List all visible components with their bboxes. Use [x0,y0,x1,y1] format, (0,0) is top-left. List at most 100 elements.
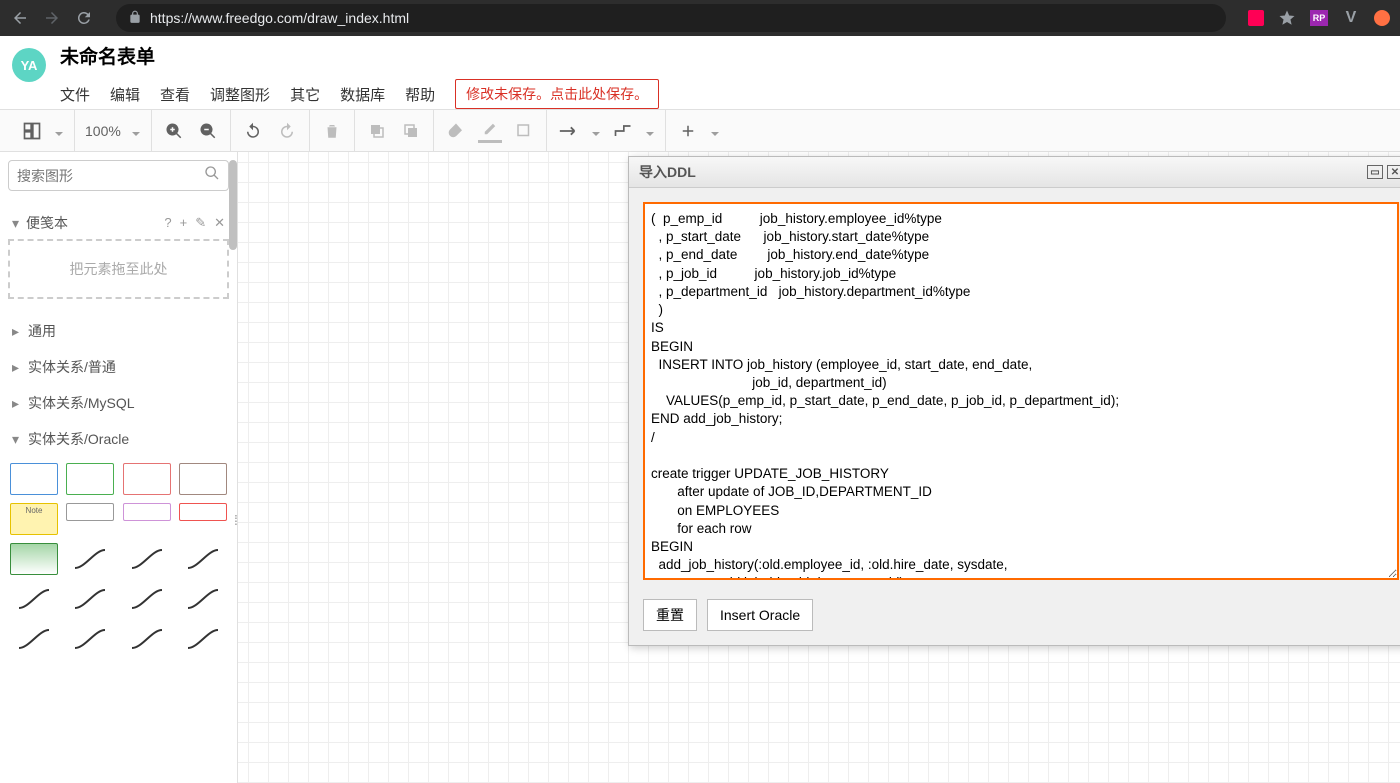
minimize-button[interactable]: ▭ [1367,165,1383,179]
scrollbar[interactable] [229,160,237,250]
shape-table-red[interactable] [123,463,171,495]
avatar[interactable]: YA [12,48,46,82]
star-icon[interactable] [1278,9,1296,27]
scratchpad-label[interactable]: 便笺本 [26,213,68,233]
back-icon[interactable] [10,8,30,28]
chevron-down-icon[interactable]: ▾ [12,215,22,232]
search-input[interactable] [17,168,204,184]
search-icon[interactable] [204,165,220,186]
shape-curve[interactable] [123,623,171,655]
tree-label: 实体关系/MySQL [28,393,135,413]
menu-database[interactable]: 数据库 [340,84,385,105]
shape-curve[interactable] [10,583,58,615]
caret-icon[interactable] [645,126,655,136]
zoom-out-icon[interactable] [196,119,220,143]
view-toggle-icon[interactable] [20,119,44,143]
to-front-icon[interactable] [365,119,389,143]
ddl-textarea[interactable] [643,202,1399,580]
zoom-in-icon[interactable] [162,119,186,143]
search-row [8,160,229,191]
chevron-right-icon: ▸ [12,359,22,376]
page-title[interactable]: 未命名表单 [60,42,659,69]
close-icon[interactable]: ✕ [214,215,225,231]
browser-bar: https://www.freedgo.com/draw_index.html … [0,0,1400,36]
to-back-icon[interactable] [399,119,423,143]
tree-er-general[interactable]: ▸ 实体关系/普通 [8,349,229,385]
shadow-icon[interactable] [512,119,536,143]
app-header: YA 未命名表单 文件 编辑 查看 调整图形 其它 数据库 帮助 修改未保存。点… [0,36,1400,110]
help-icon[interactable]: ? [164,215,171,231]
dropzone[interactable]: 把元素拖至此处 [8,239,229,299]
canvas[interactable]: ⁞ 导入DDL ▭ ✕ 重置 Insert Oracle 输入oracle [238,152,1400,783]
edit-icon[interactable]: ✎ [195,215,206,231]
menu-bar: 文件 编辑 查看 调整图形 其它 数据库 帮助 修改未保存。点击此处保存。 [60,79,659,109]
insert-oracle-button[interactable]: Insert Oracle [707,599,813,631]
dialog-title-text: 导入DDL [639,162,696,182]
tree-er-mysql[interactable]: ▸ 实体关系/MySQL [8,385,229,421]
shape-curve[interactable] [10,623,58,655]
forward-icon[interactable] [42,8,62,28]
tree-er-oracle[interactable]: ▾ 实体关系/Oracle [8,421,229,457]
undo-icon[interactable] [241,119,265,143]
add-shape-icon[interactable]: + [180,215,188,231]
palette-ext-icon[interactable] [1248,10,1264,26]
shape-curve[interactable] [123,543,171,575]
shape-curve[interactable] [66,583,114,615]
splitter-handle[interactable]: ⁞ [234,512,238,528]
reset-button[interactable]: 重置 [643,599,697,631]
caret-icon[interactable] [131,126,141,136]
shape-table-green[interactable] [66,463,114,495]
shape-table-brown[interactable] [179,463,227,495]
tree-general[interactable]: ▸ 通用 [8,313,229,349]
scratchpad-header: ▾ 便笺本 ? + ✎ ✕ [8,207,229,239]
shape-curve[interactable] [179,623,227,655]
rp-ext-icon[interactable]: RP [1310,10,1328,26]
import-ddl-dialog: 导入DDL ▭ ✕ 重置 Insert Oracle [628,156,1400,646]
add-icon[interactable] [676,119,700,143]
url-bar[interactable]: https://www.freedgo.com/draw_index.html [116,4,1226,32]
menu-extras[interactable]: 其它 [290,84,320,105]
shape-table-blue[interactable] [10,463,58,495]
shape-trigger-red[interactable] [179,503,227,521]
menu-arrange[interactable]: 调整图形 [210,84,270,105]
chevron-right-icon: ▸ [12,323,22,340]
connection-icon[interactable] [557,119,581,143]
menu-view[interactable]: 查看 [160,84,190,105]
shape-note[interactable]: Note [10,503,58,535]
shape-trigger-purple[interactable] [123,503,171,521]
menu-help[interactable]: 帮助 [405,84,435,105]
caret-icon[interactable] [54,126,64,136]
shape-curve[interactable] [123,583,171,615]
chevron-right-icon: ▸ [12,395,22,412]
shape-curve[interactable] [66,623,114,655]
shape-curve[interactable] [179,543,227,575]
menu-edit[interactable]: 编辑 [110,84,140,105]
v-ext-icon[interactable]: V [1342,9,1360,27]
close-button[interactable]: ✕ [1387,165,1400,179]
extension-icons: RP V [1248,9,1390,27]
save-warning[interactable]: 修改未保存。点击此处保存。 [455,79,659,109]
sidebar: ▾ 便笺本 ? + ✎ ✕ 把元素拖至此处 ▸ 通用 ▸ 实体关系/普通 ▸ 实… [0,152,238,783]
reload-icon[interactable] [74,8,94,28]
toolbar: 100% [0,110,1400,152]
zoom-label[interactable]: 100% [85,123,121,139]
caret-icon[interactable] [710,126,720,136]
caret-icon[interactable] [591,126,601,136]
redo-icon[interactable] [275,119,299,143]
lock-icon [128,10,142,27]
shape-view[interactable] [66,503,114,521]
dialog-titlebar[interactable]: 导入DDL ▭ ✕ [629,157,1400,188]
shape-curve[interactable] [66,543,114,575]
delete-icon[interactable] [320,119,344,143]
url-text: https://www.freedgo.com/draw_index.html [150,10,409,26]
tree-label: 通用 [28,321,56,341]
fill-color-icon[interactable] [444,119,468,143]
shape-curve[interactable] [179,583,227,615]
tree-label: 实体关系/普通 [28,357,116,377]
chevron-down-icon: ▾ [12,431,22,448]
orange-ext-icon[interactable] [1374,10,1390,26]
waypoint-icon[interactable] [611,119,635,143]
line-color-icon[interactable] [478,119,502,143]
menu-file[interactable]: 文件 [60,84,90,105]
shape-procedure[interactable] [10,543,58,575]
